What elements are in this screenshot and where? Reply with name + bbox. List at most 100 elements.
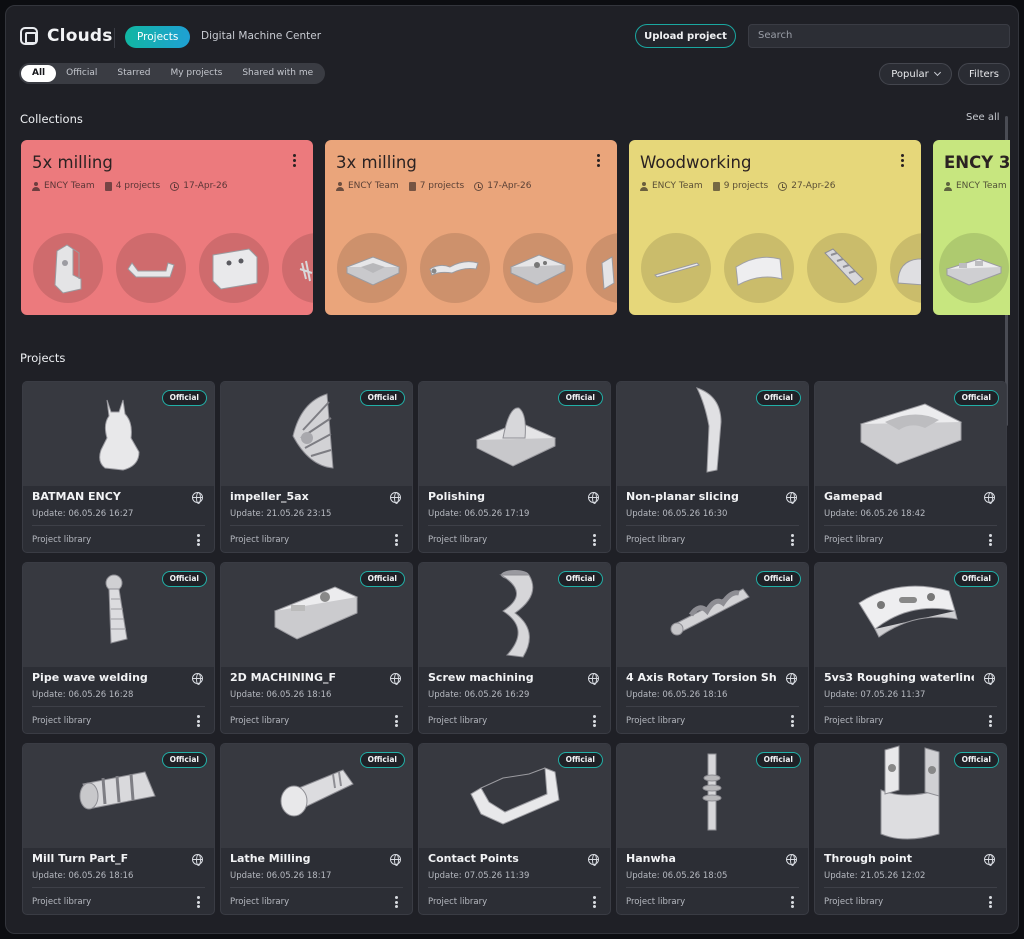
divider	[32, 525, 205, 526]
collection-team: ENCY Team	[44, 181, 95, 191]
globe-icon	[786, 673, 797, 685]
project-card[interactable]: Official BATMAN ENCY Update: 06.05.26 16…	[22, 381, 215, 553]
more-menu-icon[interactable]	[593, 534, 596, 548]
model-thumbnail	[33, 233, 103, 303]
collection-title: 5x milling	[32, 153, 113, 172]
project-card[interactable]: Official Polishing Update: 06.05.26 17:1…	[418, 381, 611, 553]
more-menu-icon[interactable]	[395, 715, 398, 729]
project-card[interactable]: Official 5vs3 Roughing waterline Update:…	[814, 562, 1007, 734]
more-menu-icon[interactable]	[791, 715, 794, 729]
more-menu-icon[interactable]	[197, 715, 200, 729]
collection-card[interactable]: 5x milling ENCY Team 4 projects 17-Apr-2…	[21, 140, 313, 315]
official-badge: Official	[359, 571, 405, 587]
more-menu-icon[interactable]	[791, 896, 794, 910]
more-menu-icon[interactable]	[901, 154, 905, 169]
project-card[interactable]: Official Lathe Milling Update: 06.05.26 …	[220, 743, 413, 915]
project-update: Update: 06.05.26 16:27	[32, 509, 134, 519]
more-menu-icon[interactable]	[791, 534, 794, 548]
more-menu-icon[interactable]	[293, 154, 297, 169]
more-menu-icon[interactable]	[989, 896, 992, 910]
collection-team: ENCY Team	[956, 181, 1007, 191]
sort-dropdown[interactable]: Popular	[879, 63, 952, 85]
collection-thumbnails	[337, 233, 617, 303]
clouds-logo-icon	[20, 27, 38, 45]
person-icon	[336, 181, 344, 191]
project-card[interactable]: Official Gamepad Update: 06.05.26 18:42 …	[814, 381, 1007, 553]
project-name: Polishing	[428, 490, 486, 503]
model-thumbnail	[199, 233, 269, 303]
project-card[interactable]: Official Hanwha Update: 06.05.26 18:05 P…	[616, 743, 809, 915]
project-library-label: Project library	[824, 716, 884, 726]
more-menu-icon[interactable]	[197, 896, 200, 910]
project-name: Gamepad	[824, 490, 883, 503]
globe-icon	[588, 492, 599, 504]
more-menu-icon[interactable]	[989, 715, 992, 729]
project-library-label: Project library	[626, 716, 686, 726]
search-input[interactable]: Search	[748, 24, 1010, 48]
model-thumbnail	[420, 233, 490, 303]
globe-icon	[786, 854, 797, 866]
history-icon	[474, 181, 484, 191]
more-menu-icon[interactable]	[197, 534, 200, 548]
upload-project-button[interactable]: Upload project	[635, 24, 736, 48]
more-menu-icon[interactable]	[395, 896, 398, 910]
person-icon	[32, 181, 40, 191]
project-card[interactable]: Official impeller_5ax Update: 21.05.26 2…	[220, 381, 413, 553]
more-menu-icon[interactable]	[597, 154, 601, 169]
project-update: Update: 06.05.26 18:16	[626, 690, 728, 700]
project-name: BATMAN ENCY	[32, 490, 121, 503]
globe-icon	[984, 673, 995, 685]
app-name: Clouds	[47, 26, 113, 46]
collection-card[interactable]: 3x milling ENCY Team 7 projects 17-Apr-2…	[325, 140, 617, 315]
collection-date: 17-Apr-26	[487, 181, 532, 191]
header-divider	[114, 28, 115, 48]
project-name: 4 Axis Rotary Torsion Sh...	[626, 671, 776, 684]
project-card[interactable]: Official Non-planar slicing Update: 06.0…	[616, 381, 809, 553]
document-icon	[408, 181, 416, 191]
project-card[interactable]: Official 2D MACHINING_F Update: 06.05.26…	[220, 562, 413, 734]
model-thumbnail	[939, 233, 1009, 303]
tab-all[interactable]: All	[21, 65, 57, 82]
project-card[interactable]: Official Through point Update: 21.05.26 …	[814, 743, 1007, 915]
project-update: Update: 07.05.26 11:37	[824, 690, 926, 700]
project-card[interactable]: Official 4 Axis Rotary Torsion Sh... Upd…	[616, 562, 809, 734]
divider	[230, 706, 403, 707]
tab-official[interactable]: Official	[56, 65, 107, 82]
more-menu-icon[interactable]	[989, 534, 992, 548]
project-card[interactable]: Official Pipe wave welding Update: 06.05…	[22, 562, 215, 734]
collection-card[interactable]: ENCY 3 ENCY Team	[933, 140, 1010, 315]
project-update: Update: 06.05.26 18:05	[626, 871, 728, 881]
project-card[interactable]: Official Mill Turn Part_F Update: 06.05.…	[22, 743, 215, 915]
project-name: Screw machining	[428, 671, 534, 684]
tab-shared-with-me[interactable]: Shared with me	[232, 65, 323, 82]
more-menu-icon[interactable]	[593, 715, 596, 729]
more-menu-icon[interactable]	[593, 896, 596, 910]
project-library-label: Project library	[626, 897, 686, 907]
model-thumbnail	[641, 233, 711, 303]
app-logo[interactable]: Clouds	[20, 26, 113, 46]
collection-card[interactable]: Woodworking ENCY Team 9 projects 27-Apr-…	[629, 140, 921, 315]
model-thumbnail	[807, 233, 877, 303]
tab-starred[interactable]: Starred	[107, 65, 160, 82]
project-library-label: Project library	[230, 535, 290, 545]
project-name: impeller_5ax	[230, 490, 309, 503]
tab-my-projects[interactable]: My projects	[160, 65, 232, 82]
more-menu-icon[interactable]	[395, 534, 398, 548]
project-name: Non-planar slicing	[626, 490, 739, 503]
divider	[32, 887, 205, 888]
nav-projects[interactable]: Projects	[125, 26, 191, 48]
project-card[interactable]: Official Screw machining Update: 06.05.2…	[418, 562, 611, 734]
model-thumbnail	[116, 233, 186, 303]
collection-meta: ENCY Team 4 projects 17-Apr-26	[32, 181, 227, 191]
document-icon	[712, 181, 720, 191]
filters-button[interactable]: Filters	[958, 63, 1010, 85]
collection-date: 27-Apr-26	[791, 181, 836, 191]
project-update: Update: 06.05.26 18:16	[32, 871, 134, 881]
project-library-label: Project library	[428, 716, 488, 726]
official-badge: Official	[359, 752, 405, 768]
project-card[interactable]: Official Contact Points Update: 07.05.26…	[418, 743, 611, 915]
nav-digital-machine-center[interactable]: Digital Machine Center	[201, 30, 321, 42]
person-icon	[640, 181, 648, 191]
see-all-link[interactable]: See all	[966, 112, 1000, 123]
official-badge: Official	[953, 390, 999, 406]
